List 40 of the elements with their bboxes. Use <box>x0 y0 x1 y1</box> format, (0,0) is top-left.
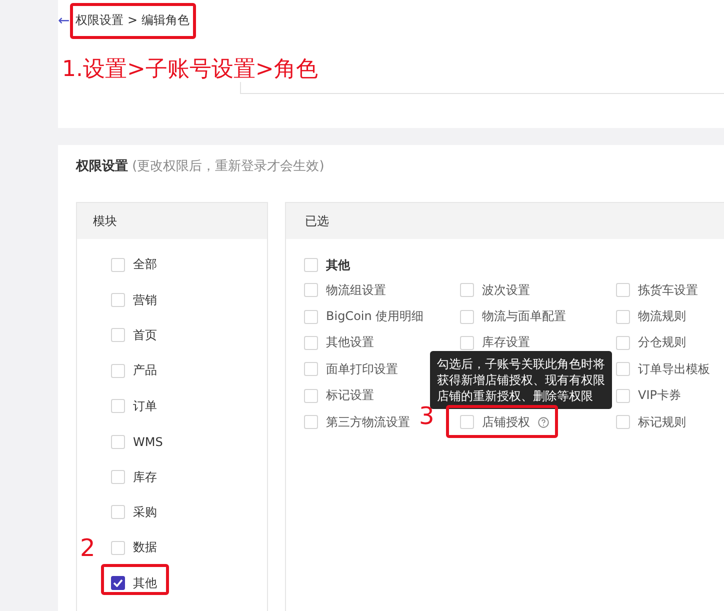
section-title: 权限设置 <box>76 159 128 174</box>
module-label[interactable]: 数据 <box>133 539 157 556</box>
permission-label[interactable]: 拣货车设置 <box>638 282 698 299</box>
permission-label[interactable]: 面单打印设置 <box>326 360 398 378</box>
permission-label[interactable]: 物流与面单配置 <box>482 308 566 326</box>
module-label[interactable]: 其他 <box>133 574 157 592</box>
permission-label[interactable]: BigCoin 使用明细 <box>326 308 424 326</box>
permission-label[interactable]: 第三方物流设置 <box>326 414 410 431</box>
back-arrow-icon[interactable]: ← <box>58 12 70 28</box>
module-label[interactable]: 全部 <box>133 256 157 274</box>
section-note: (更改权限后，重新登录才会生效) <box>131 159 324 174</box>
column-header: 模块 <box>93 212 117 230</box>
permission-label[interactable]: 物流规则 <box>638 308 686 326</box>
annotation-text: 2 <box>80 534 96 562</box>
permission-label[interactable]: VIP卡券 <box>638 387 681 404</box>
permission-label[interactable]: 标记规则 <box>638 414 686 431</box>
module-label[interactable]: 库存 <box>133 468 157 486</box>
permission-label[interactable]: 其他设置 <box>326 334 374 352</box>
module-label[interactable]: 首页 <box>133 326 157 344</box>
breadcrumb[interactable]: 权限设置 > 编辑角色 <box>76 12 190 29</box>
group-label: 其他 <box>326 256 350 274</box>
permission-label[interactable]: 物流组设置 <box>326 282 386 299</box>
permission-label[interactable]: 标记设置 <box>326 387 374 404</box>
module-label[interactable]: 营销 <box>133 292 157 309</box>
module-label[interactable]: 产品 <box>133 362 157 380</box>
help-icon[interactable] <box>538 416 549 428</box>
module-label[interactable]: 采购 <box>133 504 157 521</box>
module-label[interactable]: WMS <box>133 434 163 449</box>
annotation-text: 1.设置>子账号设置>角色 <box>62 56 318 84</box>
permission-label[interactable]: 订单导出模板 <box>638 360 710 378</box>
permission-label[interactable]: 分仓规则 <box>638 334 686 352</box>
permission-label[interactable]: 波次设置 <box>482 282 530 299</box>
module-label[interactable]: 订单 <box>133 398 157 415</box>
checkbox[interactable] <box>111 576 125 590</box>
tooltip: 勾选后，子账号关联此角色时将获得新增店铺授权、现有有权限店铺的重新授权、删除等权限 <box>430 351 612 409</box>
permission-label[interactable]: 店铺授权 <box>482 414 530 431</box>
annotation-box <box>101 564 169 595</box>
permission-label[interactable]: 库存设置 <box>482 334 530 352</box>
input-field[interactable] <box>240 82 724 94</box>
column-header: 已选 <box>305 212 329 230</box>
